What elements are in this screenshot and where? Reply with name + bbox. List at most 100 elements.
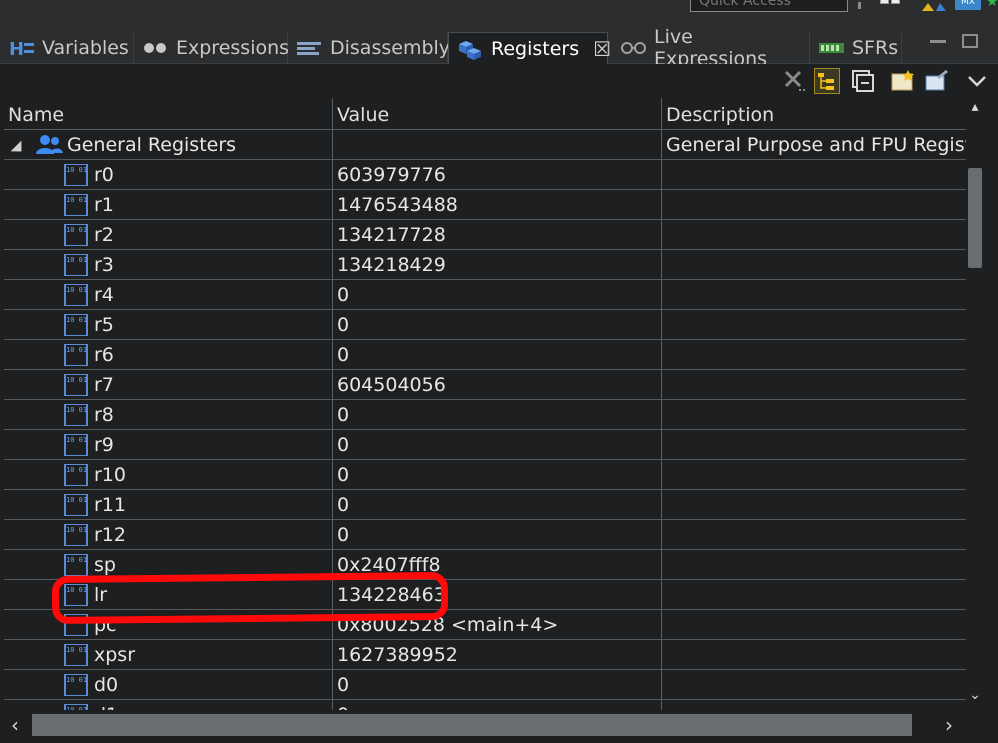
open-perspective-icon[interactable] xyxy=(880,0,904,10)
register-row[interactable]: 10 01 r3 134218429 xyxy=(4,250,966,280)
register-value[interactable]: 0 xyxy=(333,460,661,490)
debug-perspective-icon[interactable]: ★ xyxy=(986,0,998,9)
register-value[interactable]: 0 xyxy=(333,490,661,520)
register-row[interactable]: 10 01 d0 0 xyxy=(4,670,966,700)
register-name-cell: 10 01 r1 xyxy=(4,190,332,220)
column-divider[interactable] xyxy=(661,98,662,710)
stm32cubemx-perspective-icon[interactable]: MX xyxy=(955,0,981,10)
register-row[interactable]: 10 01d10 xyxy=(4,700,966,710)
scroll-up-icon[interactable]: ▴ xyxy=(968,100,982,114)
register-icon: 10 01 xyxy=(64,194,88,216)
register-row[interactable]: 10 01 r6 0 xyxy=(4,340,966,370)
register-name-cell: 10 01 r0 xyxy=(4,160,332,190)
register-name: r10 xyxy=(94,464,126,486)
view-menu-icon[interactable] xyxy=(964,68,990,94)
register-row[interactable]: 10 01 r4 0 xyxy=(4,280,966,310)
close-tab-icon[interactable]: ☒ xyxy=(593,37,611,61)
register-description xyxy=(662,280,966,310)
register-value[interactable]: 0 xyxy=(333,310,661,340)
register-value[interactable]: 0 xyxy=(333,670,661,700)
register-name: r3 xyxy=(94,254,114,276)
register-name-cell: 10 01 r10 xyxy=(4,460,332,490)
register-name-cell: 10 01 d0 xyxy=(4,670,332,700)
register-value[interactable]: 0 xyxy=(333,520,661,550)
register-row[interactable]: 10 01 r11 0 xyxy=(4,490,966,520)
collapse-all-icon[interactable] xyxy=(850,68,876,94)
tab-registers[interactable]: Registers ☒ xyxy=(448,32,611,65)
register-value[interactable]: 1627389952 xyxy=(333,640,661,670)
register-name-cell: 10 01 r9 xyxy=(4,430,332,460)
tab-expressions[interactable]: Expressions xyxy=(134,32,289,64)
tab-label: Disassembly xyxy=(330,37,451,59)
register-icon: 10 01 xyxy=(64,224,88,246)
column-header-name[interactable]: Name xyxy=(4,98,332,130)
restore-default-icon[interactable] xyxy=(924,68,950,94)
register-description xyxy=(662,220,966,250)
table-header: Name Value Description xyxy=(4,98,966,130)
scroll-right-icon[interactable]: › xyxy=(940,714,958,736)
register-value[interactable]: 603979776 xyxy=(333,160,661,190)
tab-variables[interactable]: H Variables xyxy=(0,32,134,64)
perspective-icon[interactable] xyxy=(920,0,948,11)
quick-access-input[interactable]: Quick Access xyxy=(690,0,848,12)
register-row[interactable]: 10 01 r10 0 xyxy=(4,460,966,490)
minimize-view-icon[interactable] xyxy=(930,40,946,43)
register-icon: 10 01 xyxy=(64,254,88,276)
register-value[interactable]: 0 xyxy=(333,340,661,370)
column-header-description[interactable]: Description xyxy=(662,98,966,130)
register-value[interactable]: 1476543488 xyxy=(333,190,661,220)
scroll-left-icon[interactable]: ‹ xyxy=(6,714,24,736)
register-value[interactable]: 0 xyxy=(333,430,661,460)
register-row[interactable]: 10 01 r2 134217728 xyxy=(4,220,966,250)
horizontal-scrollbar[interactable]: ‹ › xyxy=(4,710,966,740)
register-value[interactable]: 0 xyxy=(333,700,661,710)
maximize-view-icon[interactable] xyxy=(962,34,978,48)
register-row[interactable]: 10 01 r7 604504056 xyxy=(4,370,966,400)
register-row[interactable]: 10 01 r5 0 xyxy=(4,310,966,340)
horizontal-scroll-thumb[interactable] xyxy=(32,714,912,736)
register-name: d0 xyxy=(94,674,119,696)
register-value[interactable]: 604504056 xyxy=(333,370,661,400)
register-description xyxy=(662,700,966,710)
register-row[interactable]: 10 01 r0 603979776 xyxy=(4,160,966,190)
register-row[interactable]: 10 01 r8 0 xyxy=(4,400,966,430)
register-name-cell: 10 01 r3 xyxy=(4,250,332,280)
register-name: r8 xyxy=(94,404,114,426)
register-icon: 10 01 xyxy=(64,554,88,576)
register-name-cell: 10 01 r4 xyxy=(4,280,332,310)
register-row[interactable]: 10 01 xpsr 1627389952 xyxy=(4,640,966,670)
vertical-scroll-thumb[interactable] xyxy=(968,168,982,268)
register-icon: 10 01 xyxy=(64,164,88,186)
register-value[interactable]: 134218429 xyxy=(333,250,661,280)
tab-disassembly[interactable]: Disassembly xyxy=(288,32,451,64)
remove-all-icon[interactable] xyxy=(782,68,808,94)
vertical-scrollbar[interactable]: ▴ ⌄ xyxy=(966,98,984,710)
register-row[interactable]: 10 01 r12 0 xyxy=(4,520,966,550)
scroll-down-icon[interactable]: ⌄ xyxy=(968,688,982,702)
register-row[interactable]: 10 01 r1 1476543488 xyxy=(4,190,966,220)
register-description xyxy=(662,340,966,370)
register-value[interactable]: 134217728 xyxy=(333,220,661,250)
expressions-icon xyxy=(142,38,170,58)
collapse-triangle-icon[interactable] xyxy=(10,140,22,152)
column-header-value[interactable]: Value xyxy=(333,98,661,130)
register-name-cell: 10 01 r11 xyxy=(4,490,332,520)
register-value[interactable]: 0 xyxy=(333,400,661,430)
register-group-description: General Purpose and FPU Register xyxy=(666,134,966,156)
register-name: d1 xyxy=(94,700,118,710)
register-description xyxy=(662,610,966,640)
register-description xyxy=(662,670,966,700)
register-value[interactable]: 0 xyxy=(333,280,661,310)
new-group-icon[interactable] xyxy=(890,68,916,94)
register-row[interactable]: 10 01 r9 0 xyxy=(4,430,966,460)
register-name-cell: 10 01d1 xyxy=(4,700,332,710)
register-group-row[interactable]: General Registers General Purpose and FP… xyxy=(4,130,966,160)
tab-live-expressions[interactable]: Live Expressions xyxy=(612,26,810,70)
tree-layout-icon[interactable] xyxy=(814,68,840,94)
register-description xyxy=(662,580,966,610)
register-icon: 10 01 xyxy=(64,434,88,456)
register-name-cell: 10 01 r7 xyxy=(4,370,332,400)
register-description xyxy=(662,250,966,280)
register-icon: 10 01 xyxy=(64,374,88,396)
tab-sfrs[interactable]: SFRs xyxy=(810,32,902,64)
